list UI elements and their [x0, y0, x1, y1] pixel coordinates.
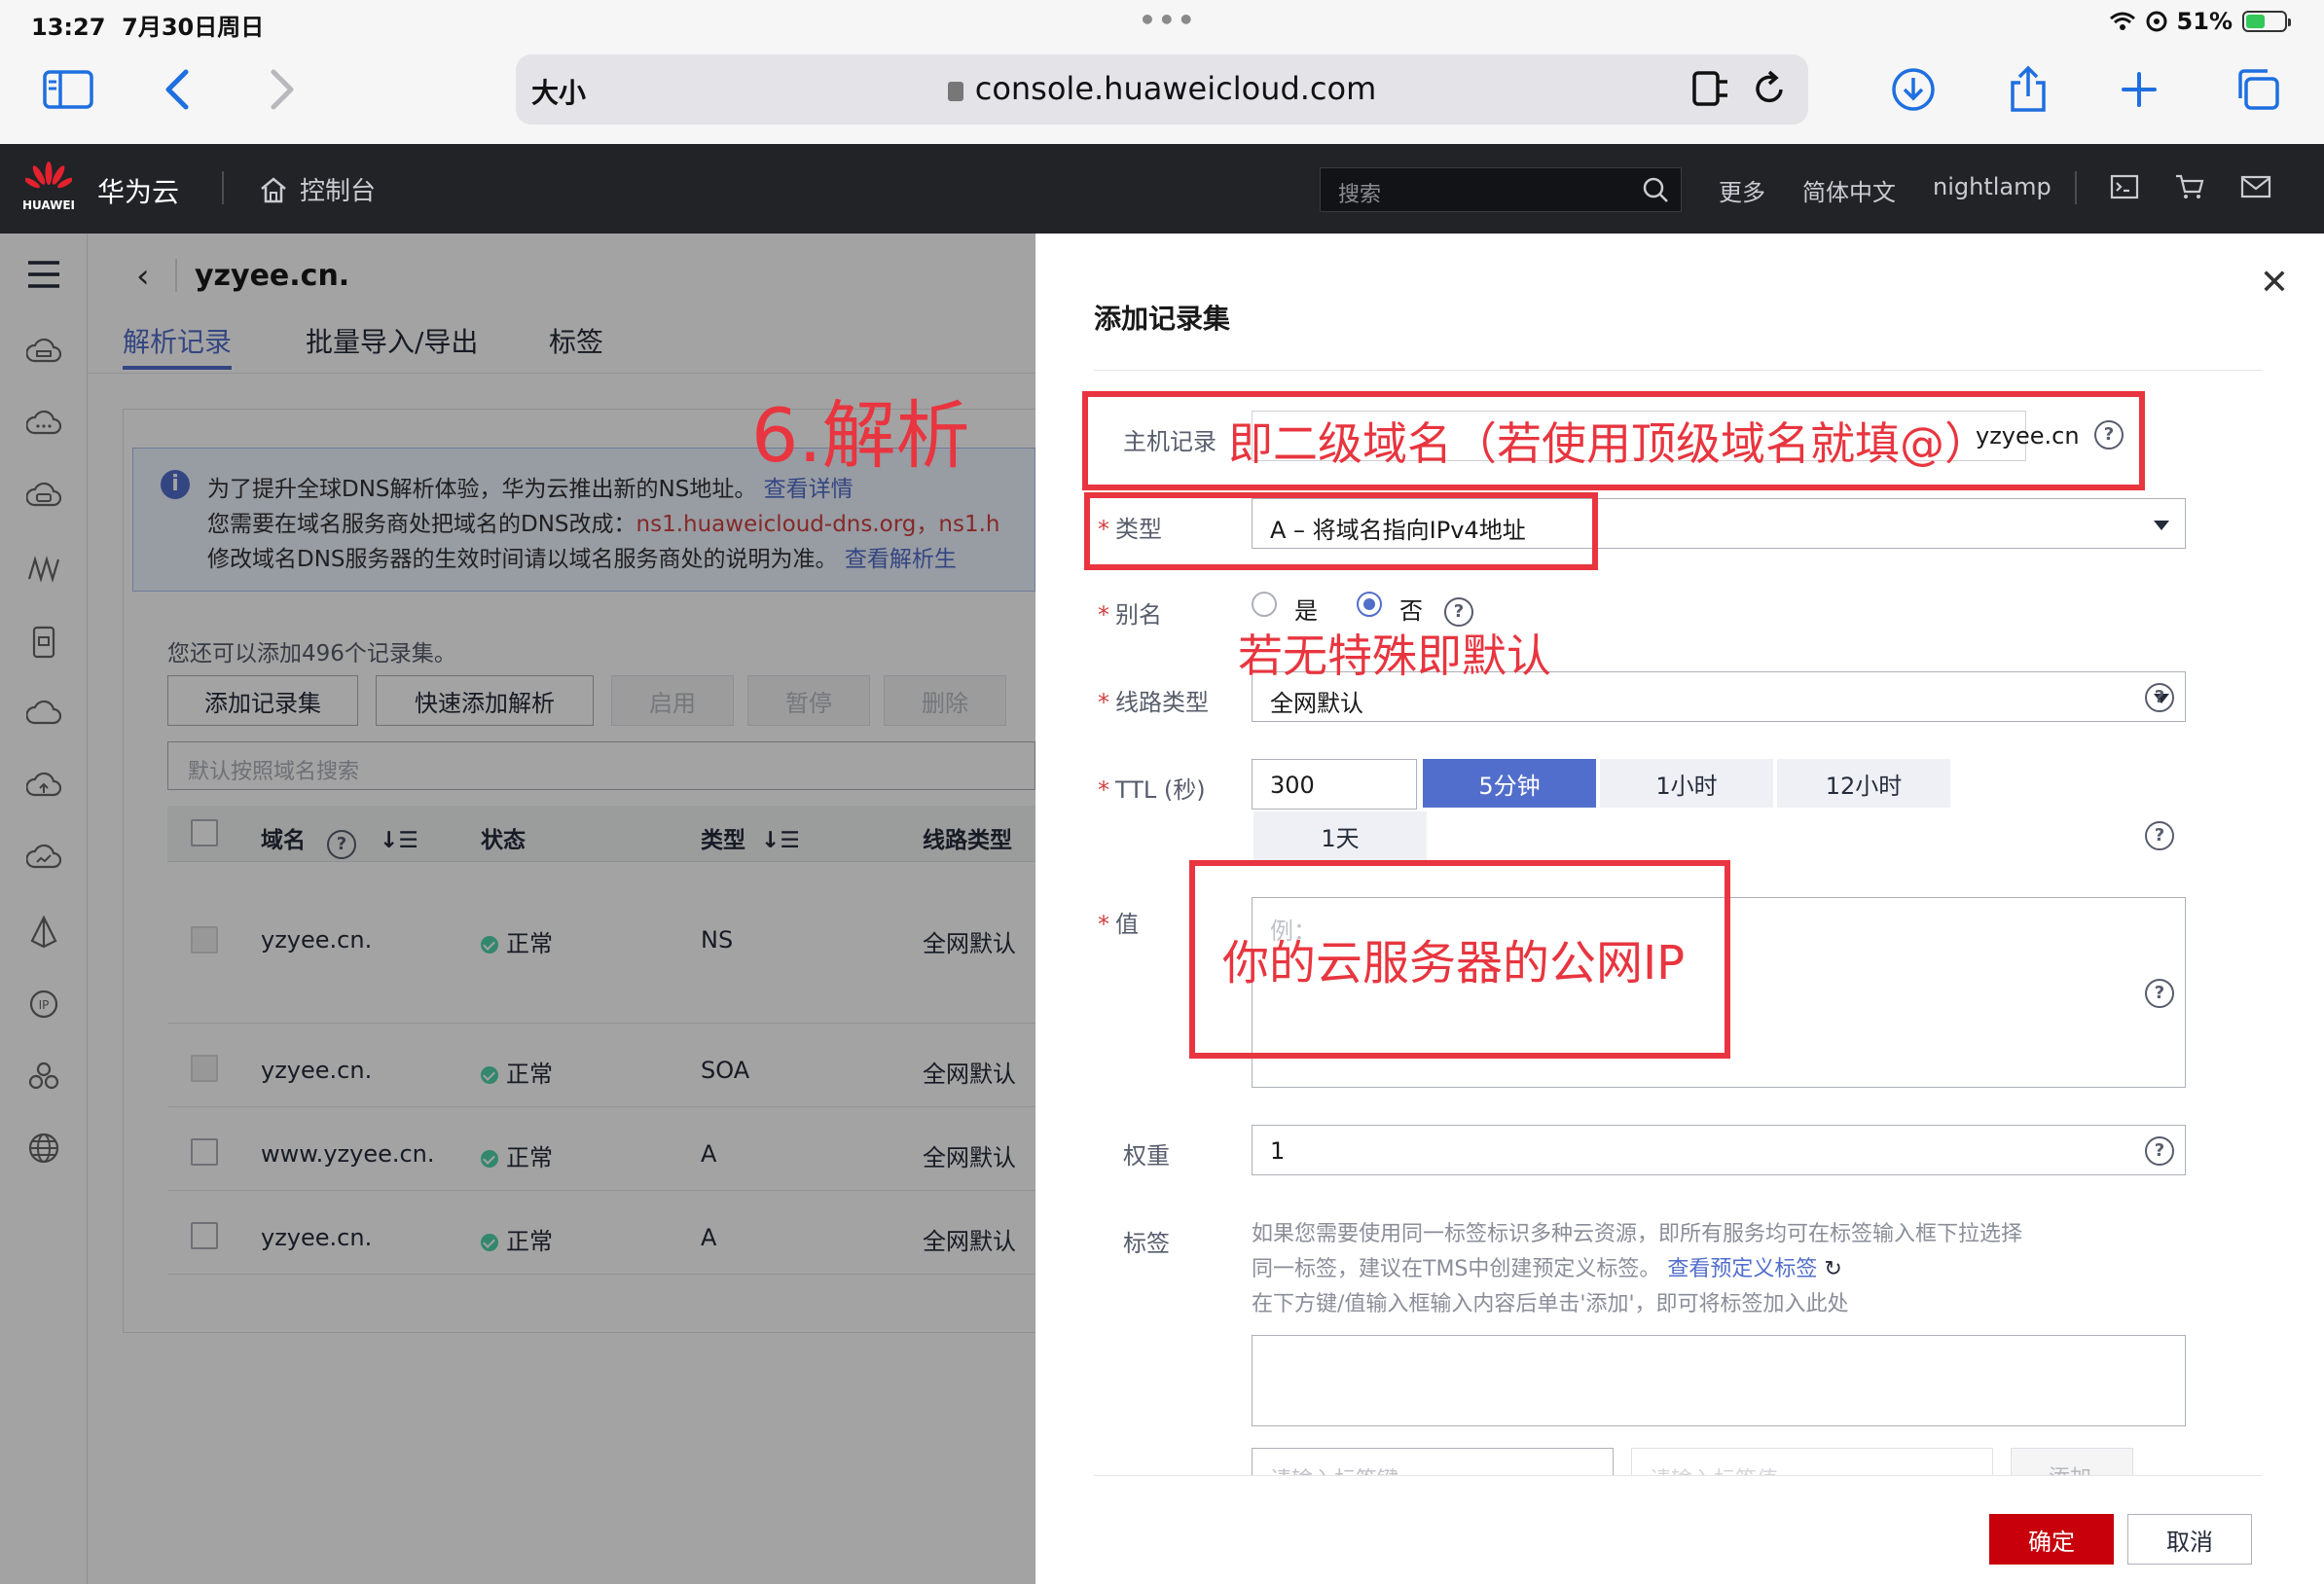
annotation-step: 6.解析: [751, 392, 970, 479]
language-menu[interactable]: 简体中文: [1802, 173, 1896, 207]
ttl-input[interactable]: 300: [1252, 759, 1417, 810]
wifi-icon: [2109, 12, 2135, 30]
tag-value-input[interactable]: 请输入标签值: [1631, 1448, 1993, 1475]
top-navigation: HUAWEI 华为云 控制台 搜索 更多 简体中文 nightlamp: [0, 144, 2324, 234]
sidebar-toggle-icon[interactable]: [39, 62, 97, 117]
share-icon[interactable]: [1999, 62, 2057, 117]
help-icon[interactable]: ?: [2145, 821, 2174, 850]
cloud-shell-icon[interactable]: [2110, 173, 2139, 200]
value-label: * 值: [1098, 911, 1139, 938]
close-icon[interactable]: ✕: [2260, 263, 2289, 303]
help-icon[interactable]: ?: [2145, 1136, 2174, 1166]
extension-icon[interactable]: [1691, 70, 1730, 107]
alias-label: * 别名: [1098, 601, 1162, 629]
status-time: 13:27 7月30日周日: [31, 14, 265, 41]
tabs-overview-icon[interactable]: [2229, 62, 2287, 117]
browser-toolbar: 大小 console.huaweicloud.com: [0, 45, 2324, 144]
battery-percent: 51%: [2176, 8, 2233, 35]
message-icon[interactable]: [2240, 173, 2271, 200]
refresh-icon[interactable]: ↻: [1824, 1257, 1841, 1281]
downloads-icon[interactable]: [1884, 62, 1943, 117]
ttl-12hour-button[interactable]: 12小时: [1777, 759, 1950, 808]
ttl-1day-button[interactable]: 1天: [1253, 811, 1427, 860]
lock-icon: [947, 82, 963, 101]
alias-yes-radio[interactable]: [1252, 592, 1277, 617]
multitasking-dots-icon[interactable]: •••: [1139, 4, 1197, 36]
tag-description: 如果您需要使用同一标签标识多种云资源，即所有服务均可在标签输入框下拉选择: [1252, 1222, 2023, 1246]
huawei-logo[interactable]: HUAWEI: [19, 162, 78, 218]
annotation-value-hint: 你的云服务器的公网IP: [1222, 936, 1686, 990]
status-bar: 13:27 7月30日周日 ••• 51%: [0, 0, 2324, 45]
reload-icon[interactable]: [1752, 70, 1787, 107]
cancel-button[interactable]: 取消: [2127, 1514, 2252, 1565]
annotation-alias-hint: 若无特殊即默认: [1238, 630, 1551, 682]
home-icon: [261, 176, 286, 202]
ttl-5min-button[interactable]: 5分钟: [1423, 759, 1596, 808]
console-link[interactable]: 控制台: [259, 171, 376, 207]
help-icon[interactable]: ?: [2145, 683, 2174, 712]
address-bar[interactable]: 大小 console.huaweicloud.com: [516, 54, 1808, 125]
tag-add-button[interactable]: 添加: [2011, 1448, 2133, 1475]
search-icon[interactable]: [1642, 176, 1669, 203]
url-text[interactable]: console.huaweicloud.com: [516, 70, 1808, 107]
vpn-icon: [2146, 11, 2167, 32]
ttl-label: * TTL (秒): [1098, 776, 1206, 804]
alias-no-radio[interactable]: [1357, 592, 1382, 617]
drawer-title: 添加记录集: [1094, 303, 1231, 335]
predefined-tag-link[interactable]: 查看预定义标签: [1667, 1257, 1817, 1281]
tag-label: 标签: [1123, 1230, 1170, 1257]
more-menu[interactable]: 更多: [1719, 173, 1765, 207]
line-type-label: * 线路类型: [1098, 689, 1209, 716]
weight-input[interactable]: 1: [1252, 1125, 2186, 1175]
tag-list-box: [1252, 1335, 2186, 1426]
status-icons: 51%: [2109, 8, 2291, 35]
user-menu[interactable]: nightlamp: [1933, 173, 2052, 200]
annotation-host-hint: 即二级域名（若使用顶级域名就填@）: [1228, 417, 1989, 470]
chevron-down-icon: [2154, 521, 2169, 530]
global-search-input[interactable]: 搜索: [1320, 167, 1682, 212]
help-icon[interactable]: ?: [2145, 979, 2174, 1008]
ttl-1hour-button[interactable]: 1小时: [1600, 759, 1773, 808]
cart-icon[interactable]: [2174, 173, 2205, 200]
annotation-type-box: [1084, 492, 1598, 570]
forward-icon[interactable]: [253, 62, 311, 117]
confirm-button[interactable]: 确定: [1989, 1514, 2114, 1565]
weight-label: 权重: [1123, 1142, 1170, 1170]
tag-key-input[interactable]: 请输入标签键: [1252, 1448, 1614, 1475]
back-icon[interactable]: [148, 62, 206, 117]
battery-icon: [2242, 11, 2291, 32]
brand-name[interactable]: 华为云: [97, 171, 179, 210]
new-tab-icon[interactable]: [2110, 62, 2168, 117]
